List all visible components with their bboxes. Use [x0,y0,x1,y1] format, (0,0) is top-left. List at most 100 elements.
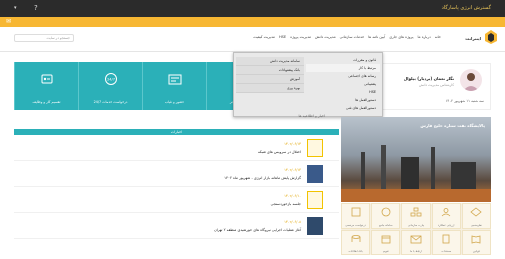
diamond-icon [470,207,483,217]
menu-item[interactable]: HSE [279,35,286,39]
news-item[interactable]: ۱۴۰۲/۰۶/۱۳ گزارش پایش ماهانه بازار انرژی… [14,163,339,187]
service-tile[interactable]: مستندات [431,229,461,255]
dropdown-item[interactable]: دستورالعمل ها [306,96,380,104]
service-label: بانک اطلاعات [348,250,363,253]
dropdown-main-list: قانون و مقررات مرتبط با کار رسانه های اج… [306,56,380,112]
menu-item[interactable]: پروژه های جاری [389,35,413,39]
top-bar: ▾ ? گسترش انرژی پاسارگاد [0,0,505,17]
avatar[interactable] [460,69,482,91]
org-chart-icon [410,207,422,217]
help-icon[interactable]: ? [34,4,38,12]
service-label: ارتباط با ما [409,250,422,253]
dropdown-submenu: سامانه مدیریت دانش بانک پیشنهادات آموزش … [236,57,304,93]
banner-title: پالایشگاه نفت ستاره خلیج فارس [420,123,485,128]
dropdown-item-active[interactable]: مرتبط با کار [306,64,380,72]
tile-tasks[interactable]: تقسیم کار و وظایف [14,62,78,110]
news-date: ۱۴۰۲/۰۶/۰۸ [284,220,301,224]
calendar-icon [381,235,391,243]
service-tile[interactable]: درخواست مرخصی [341,203,371,229]
submenu-item[interactable]: بانک پیشنهادات [236,66,304,75]
top-menu: خانه درباره ما پروژه های جاری آیین نامه … [253,35,441,39]
service-label: تقویم [382,250,389,253]
menu-item[interactable]: خانه [435,35,441,39]
news-date: ۱۴۰۲/۰۶/۱۳ [284,168,301,172]
submenu-item[interactable]: آموزش [236,75,304,84]
dropdown-item[interactable]: قانون و مقررات [306,56,380,64]
main-navbar: اینترانت خانه درباره ما پروژه های جاری آ… [0,27,505,52]
news-panel: اخبارات ۱۴۰۲/۰۶/۱۴ اختلال در سرویس های ش… [14,129,339,254]
service-tile[interactable]: قوانین [461,229,491,255]
menu-item[interactable]: درباره ما [418,35,431,39]
menu-item[interactable]: خدمات سازمانی [340,35,365,39]
news-header: اخبارات [14,129,339,135]
brand-label: اینترانت [465,36,481,41]
section-label: اخبار و اطلاعیه ها [298,114,325,118]
news-item[interactable]: ۱۴۰۲/۰۶/۱۰ جلسه بازخوردسنجی [14,189,339,213]
menu-item[interactable]: مدیریت پروژه [290,35,311,39]
tile-label: درخواست خدمات 24/7 [93,100,128,104]
service-tile[interactable]: ارتباط با ما [401,229,431,255]
menu-item[interactable]: مدیریت کیفیت [253,35,275,39]
tile-label: حضور و غیاب [164,100,185,104]
news-title[interactable]: آغاز عملیات اجرایی نیروگاه های خورشیدی م… [214,228,301,232]
news-date: ۱۴۰۲/۰۶/۱۴ [284,142,301,146]
dropdown-item[interactable]: پشتیبانی [306,80,380,88]
book-icon [471,234,481,244]
user-role: کارشناس مدیریت دانش [419,83,454,87]
service-icon [381,207,391,217]
news-item[interactable]: ۱۴۰۲/۰۶/۱۴ اختلال در سرویس های شبکه [14,137,339,161]
database-icon [351,234,360,242]
submenu-item[interactable]: بهره وری [236,84,304,93]
service-tile[interactable]: تقویم [371,229,401,255]
services-grid: درخواست مرخصی سامانه جامع چارت سازمانی ا… [341,203,491,255]
service-label: مستندات [441,250,452,253]
notice-bar: ✉ [0,17,505,27]
chevron-down-icon[interactable]: ▾ [14,5,17,11]
document-icon [307,191,323,209]
dropdown-item[interactable]: HSE [306,88,380,96]
tile-support[interactable]: 24/7 درخواست خدمات 24/7 [78,62,142,110]
submenu-item[interactable]: سامانه مدیریت دانش [236,57,304,66]
tile-label: تقسیم کار و وظایف [32,100,61,104]
service-tile[interactable]: نظرسنجی [461,203,491,229]
service-label: سامانه جامع [379,223,393,227]
user-name: نگار نعمان (بردبار) بیلوال [403,76,454,81]
service-label: نظرسنجی [470,223,482,227]
news-item[interactable]: ۱۴۰۲/۰۶/۰۸ آغاز عملیات اجرایی نیروگاه ها… [14,215,339,239]
dropdown-item[interactable]: دستورالعمل های فنی [306,104,380,112]
dropdown-item[interactable]: رسانه های اجتماعی [306,72,380,80]
news-title[interactable]: گزارش پایش ماهانه بازار انرژی - شهریور م… [224,176,301,180]
svg-text:24/7: 24/7 [107,78,115,82]
report-thumbnail-icon [307,165,323,183]
company-logo[interactable] [483,29,499,45]
notification-icon[interactable]: ✉ [6,18,11,25]
service-icon [351,207,360,217]
menu-item[interactable]: آیین نامه ها [368,35,385,39]
service-label: چارت سازمانی [407,223,425,227]
user-icon [441,208,451,217]
solar-plant-thumbnail-icon [307,217,323,235]
news-date: ۱۴۰۲/۰۶/۱۰ [284,194,301,198]
app-title: گسترش انرژی پاسارگاد [441,5,491,11]
news-banner-image[interactable]: پالایشگاه نفت ستاره خلیج فارس [341,117,491,202]
service-label: ارزیابی عملکرد [438,223,455,227]
news-title[interactable]: اختلال در سرویس های شبکه [258,150,301,154]
refinery-image [341,145,491,202]
service-tile[interactable]: ارزیابی عملکرد [431,203,461,229]
menu-item[interactable]: مدیریت دانش [315,35,336,39]
current-date: سه شنبه ۱۱ شهریور ۱۴۰۲ [445,99,484,103]
service-tile[interactable]: سامانه جامع [371,203,401,229]
service-tile[interactable]: چارت سازمانی [401,203,431,229]
support-icon: 24/7 [104,73,117,85]
service-label: قوانین [473,250,480,253]
tile-attendance[interactable]: حضور و غیاب [142,62,206,110]
news-title[interactable]: جلسه بازخوردسنجی [271,202,301,206]
time-sheet-icon [168,74,181,85]
tasks-icon [41,74,52,84]
nav-dropdown-menu: سامانه مدیریت دانش بانک پیشنهادات آموزش … [233,52,383,117]
document-icon [442,234,450,243]
service-tile[interactable]: بانک اطلاعات [341,229,371,255]
search-input[interactable]: جستجو در سایت [14,34,74,42]
mail-icon [410,235,422,243]
document-icon [307,139,323,157]
